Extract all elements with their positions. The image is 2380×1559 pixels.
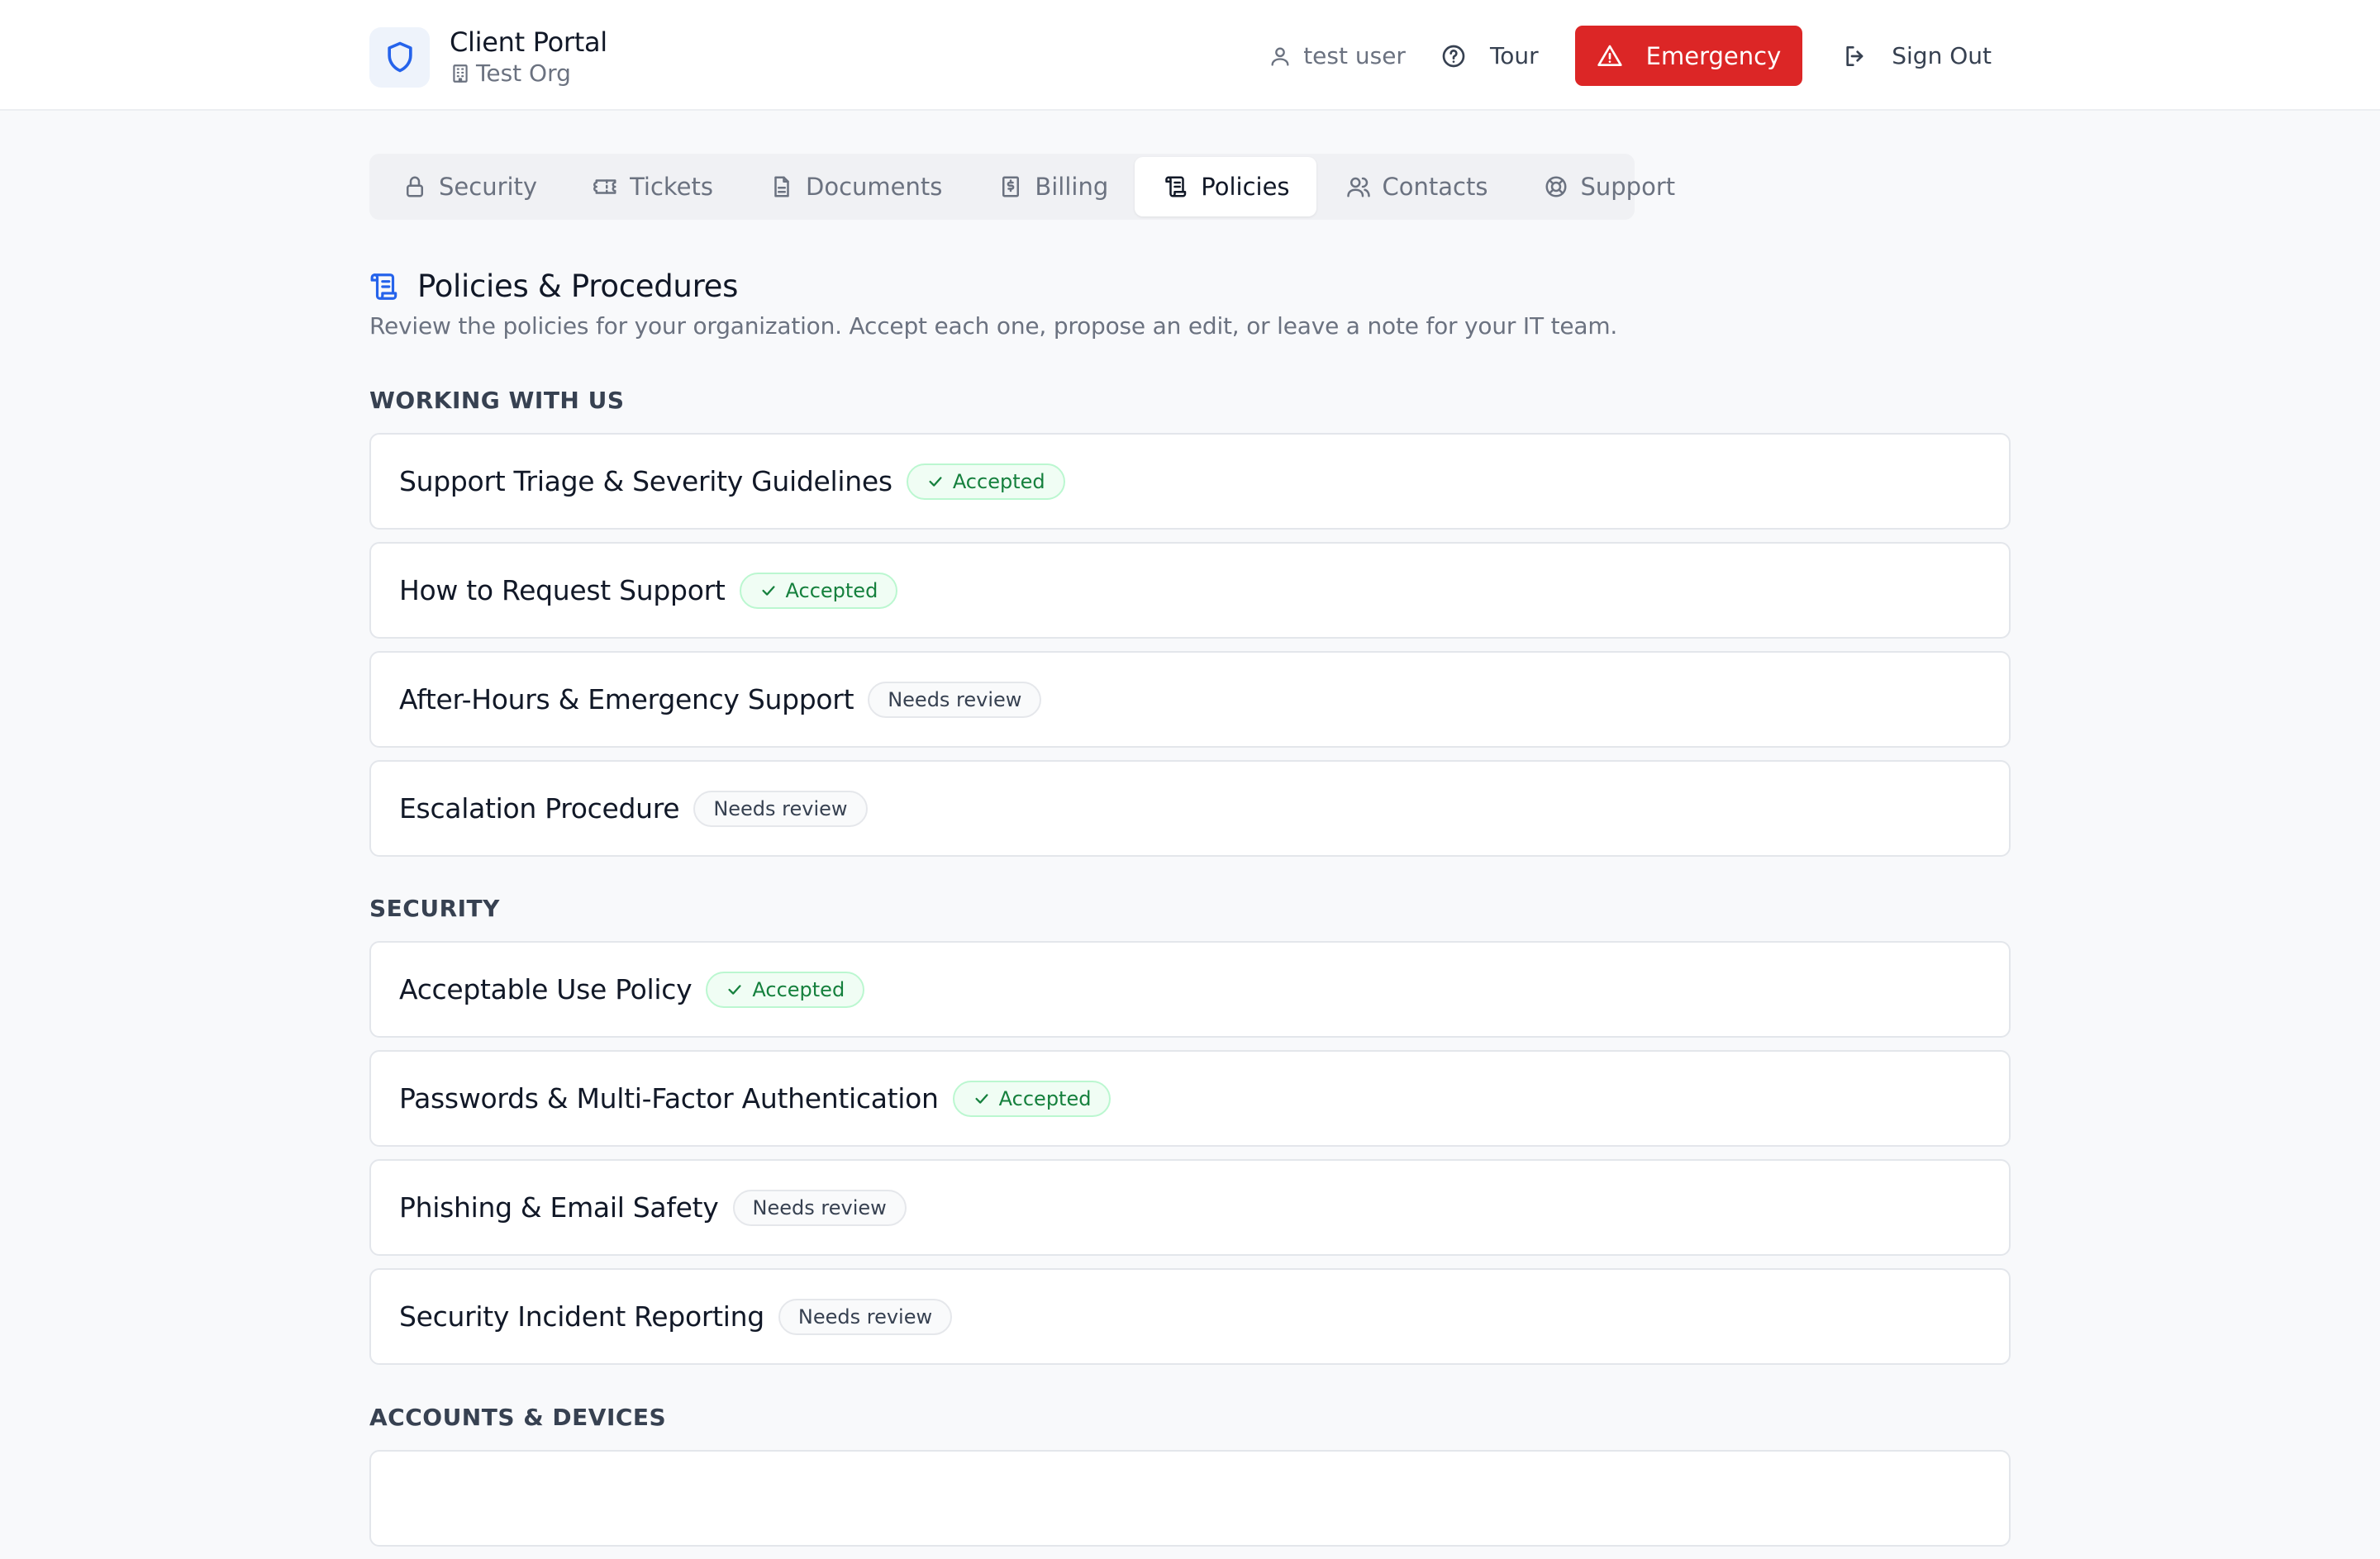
section-working-with-us: WORKING WITH US Support Triage & Severit… (369, 385, 2011, 869)
section-label: ACCOUNTS & DEVICES (369, 1404, 667, 1431)
status-badge: Needs review (868, 681, 1042, 718)
app-title: Client Portal (450, 26, 607, 58)
tab-contacts[interactable]: Contacts (1316, 157, 1515, 216)
brand: Client Portal Test Org (369, 26, 607, 88)
header-actions: test user Tour Emergency Sign Out (1269, 26, 1992, 86)
policy-card[interactable]: Phishing & Email Safety Needs review (369, 1159, 2011, 1256)
main-tabs: Security Tickets Documents Billing Polic… (369, 154, 1675, 220)
policy-card[interactable]: Acceptable Use Policy Accepted (369, 941, 2011, 1038)
policy-title: Phishing & Email Safety (399, 1191, 719, 1224)
tab-label: Billing (1035, 173, 1109, 201)
check-icon (726, 981, 744, 999)
page-header: Policies & Procedures Review the policie… (369, 269, 2011, 340)
policy-title: Passwords & Multi-Factor Authentication (399, 1082, 939, 1115)
current-user: test user (1269, 42, 1406, 69)
status-badge: Accepted (906, 463, 1065, 500)
policy-card[interactable]: Support Triage & Severity Guidelines Acc… (369, 433, 2011, 530)
section-label: WORKING WITH US (369, 387, 625, 414)
tab-label: Documents (806, 173, 943, 201)
check-icon (973, 1090, 991, 1108)
policy-card[interactable]: How to Request Support Accepted (369, 542, 2011, 639)
policy-card[interactable]: Escalation Procedure Needs review (369, 760, 2011, 857)
tab-documents[interactable]: Documents (740, 157, 969, 216)
tab-policies[interactable]: Policies (1135, 157, 1316, 216)
tour-label: Tour (1489, 42, 1539, 69)
tab-security[interactable]: Security (373, 157, 564, 216)
policy-card[interactable]: Security Incident Reporting Needs review (369, 1268, 2011, 1365)
org-name-row: Test Org (450, 59, 607, 88)
alert-triangle-icon (1597, 43, 1623, 69)
file-icon (769, 174, 794, 199)
policy-title: Acceptable Use Policy (399, 973, 693, 1005)
tab-label: Support (1580, 173, 1676, 201)
tour-button[interactable]: Tour (1440, 42, 1539, 69)
sign-out-button[interactable]: Sign Out (1842, 42, 1992, 69)
tab-label: Tickets (630, 173, 713, 201)
status-badge: Accepted (739, 572, 898, 609)
users-icon (1346, 174, 1371, 199)
help-circle-icon (1440, 43, 1467, 69)
check-icon (759, 582, 778, 600)
tab-support[interactable]: Support (1514, 157, 1702, 216)
sign-out-label: Sign Out (1892, 42, 1992, 69)
tab-label: Contacts (1382, 173, 1488, 201)
status-badge: Needs review (732, 1189, 907, 1226)
lifebuoy-icon (1544, 174, 1568, 199)
user-name: test user (1303, 42, 1406, 69)
policy-title: How to Request Support (399, 574, 726, 606)
section-label: SECURITY (369, 895, 500, 922)
tab-label: Policies (1201, 173, 1290, 201)
scroll-icon (369, 271, 401, 302)
tab-label: Security (439, 173, 538, 201)
tab-tickets[interactable]: Tickets (564, 157, 740, 216)
policy-title: After-Hours & Emergency Support (399, 683, 854, 715)
section-security: SECURITY Acceptable Use Policy Accepted … (369, 893, 2011, 1377)
lock-icon (402, 174, 427, 199)
log-out-icon (1842, 43, 1868, 69)
billing-icon (998, 174, 1023, 199)
policy-title: Support Triage & Severity Guidelines (399, 465, 892, 497)
status-badge: Accepted (952, 1080, 1111, 1117)
emergency-button[interactable]: Emergency (1574, 26, 1803, 86)
tab-billing[interactable]: Billing (969, 157, 1135, 216)
page-subtitle: Review the policies for your organizatio… (369, 312, 1618, 340)
policy-card[interactable]: Passwords & Multi-Factor Authentication … (369, 1050, 2011, 1147)
policy-title: Security Incident Reporting (399, 1300, 764, 1333)
org-name: Test Org (476, 59, 571, 87)
status-badge: Needs review (693, 790, 868, 827)
building-icon (450, 63, 471, 84)
check-icon (926, 473, 945, 491)
scroll-icon (1164, 174, 1189, 199)
status-badge: Accepted (706, 971, 865, 1008)
policy-card[interactable]: After-Hours & Emergency Support Needs re… (369, 651, 2011, 748)
page-title: Policies & Procedures (417, 269, 739, 304)
top-bar: Client Portal Test Org test user Tour Em… (0, 0, 2380, 111)
user-icon (1269, 45, 1292, 68)
section-accounts-devices: ACCOUNTS & DEVICES (369, 1402, 2011, 1559)
policy-card[interactable] (369, 1450, 2011, 1547)
policy-title: Escalation Procedure (399, 792, 680, 825)
shield-logo-icon (369, 26, 430, 88)
status-badge: Needs review (778, 1298, 953, 1335)
emergency-label: Emergency (1645, 41, 1782, 70)
ticket-icon (593, 174, 618, 199)
